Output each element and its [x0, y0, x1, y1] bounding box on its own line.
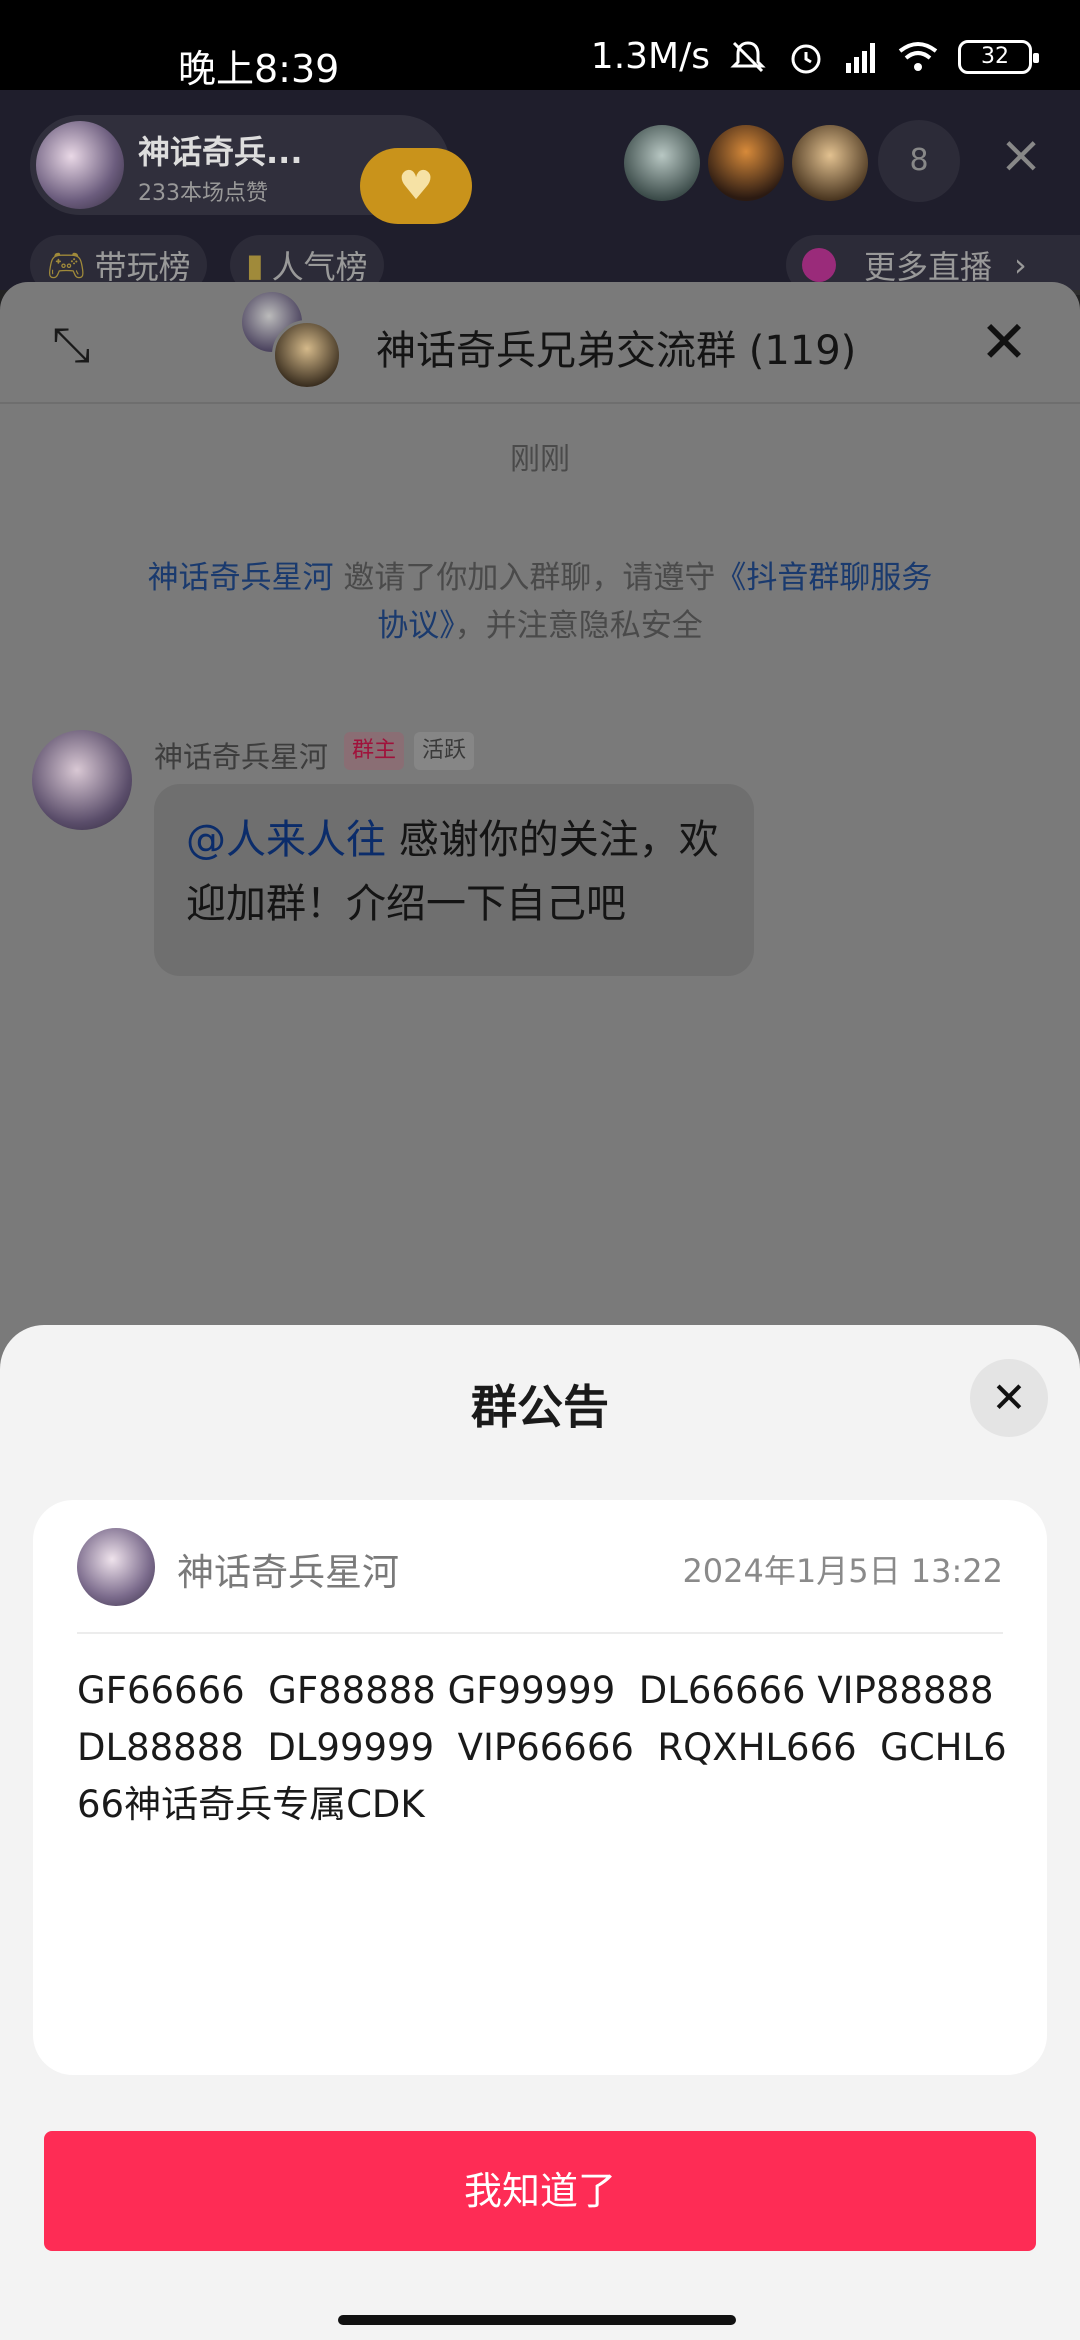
host-likes: 233本场点赞: [138, 181, 268, 206]
message-bubble[interactable]: @人来人往 感谢你的关注，欢迎加群！介绍一下自己吧: [154, 784, 754, 976]
viewer-avatar[interactable]: [792, 125, 868, 201]
announcement-card: 神话奇兵星河 2024年1月5日 13:22 GF66666 GF88888 G…: [33, 1500, 1047, 2075]
status-icons: 1.3M/s 32: [590, 36, 1039, 77]
wifi-icon: [898, 41, 938, 71]
host-name: 神话奇兵...: [138, 133, 303, 171]
sender-avatar[interactable]: [32, 730, 132, 830]
announcement-body: GF66666 GF88888 GF99999 DL66666 VIP88888…: [77, 1669, 1018, 1826]
live-dot-icon: [802, 248, 836, 282]
sheet-title: 群公告: [471, 1380, 609, 1434]
viewer-avatar[interactable]: [708, 125, 784, 201]
chevron-right-icon: ›: [1014, 246, 1027, 284]
battery-icon: 32: [958, 39, 1039, 74]
network-speed: 1.3M/s: [590, 36, 710, 77]
host-card[interactable]: 神话奇兵... 233本场点赞 ♥: [30, 115, 472, 224]
viewer-count[interactable]: 8: [878, 120, 960, 202]
chat-title: 神话奇兵兄弟交流群 (119): [376, 328, 857, 374]
sender-name: 神话奇兵星河: [154, 740, 329, 774]
close-icon[interactable]: ✕: [974, 312, 1034, 372]
mute-icon: [730, 40, 766, 72]
live-header: 神话奇兵... 233本场点赞 ♥ 8 × 🎮︎ 带玩榜 ▮ 人气榜 更多直播 …: [0, 90, 1080, 295]
bar-chart-icon: ▮: [246, 246, 264, 284]
divider: [77, 1632, 1003, 1634]
close-icon[interactable]: ✕: [970, 1359, 1048, 1437]
inviter-link[interactable]: 神话奇兵星河: [148, 560, 334, 596]
system-message: 神话奇兵星河 邀请了你加入群聊，请遵守《抖音群聊服务协议》，并注意隐私安全: [140, 554, 940, 650]
close-icon[interactable]: ×: [996, 129, 1046, 181]
announcement-date: 2024年1月5日 13:22: [682, 1552, 1003, 1590]
status-bar: 晚上8:39 1.3M/s 32: [0, 0, 1080, 91]
alarm-icon: [791, 44, 821, 73]
owner-badge: 群主: [344, 732, 405, 770]
chat-header: ⤡ 神话奇兵兄弟交流群 (119) ✕: [0, 282, 1080, 404]
system-text: 邀请了你加入群聊，请遵守: [333, 560, 716, 596]
heart-icon: ♥: [398, 163, 434, 209]
home-indicator[interactable]: [338, 2315, 736, 2325]
expand-icon[interactable]: ⤡: [52, 320, 102, 370]
signal-icon: [846, 42, 875, 73]
confirm-button[interactable]: 我知道了: [44, 2131, 1036, 2251]
author-name: 神话奇兵星河: [177, 1551, 399, 1594]
follow-button[interactable]: ♥: [360, 148, 472, 224]
status-time: 晚上8:39: [178, 47, 340, 91]
announcement-sheet: 群公告 ✕ 神话奇兵星河 2024年1月5日 13:22 GF66666 GF8…: [0, 1325, 1080, 2340]
viewer-avatar[interactable]: [624, 125, 700, 201]
gamepad-icon: 🎮︎: [46, 246, 87, 284]
active-badge: 活跃: [414, 732, 475, 770]
host-avatar[interactable]: [36, 121, 124, 209]
author-avatar[interactable]: [77, 1528, 155, 1606]
system-text-end: ，并注意隐私安全: [454, 608, 703, 644]
group-avatar: [272, 320, 342, 390]
mention[interactable]: @人来人往: [186, 817, 386, 863]
message-time: 刚刚: [510, 442, 570, 477]
